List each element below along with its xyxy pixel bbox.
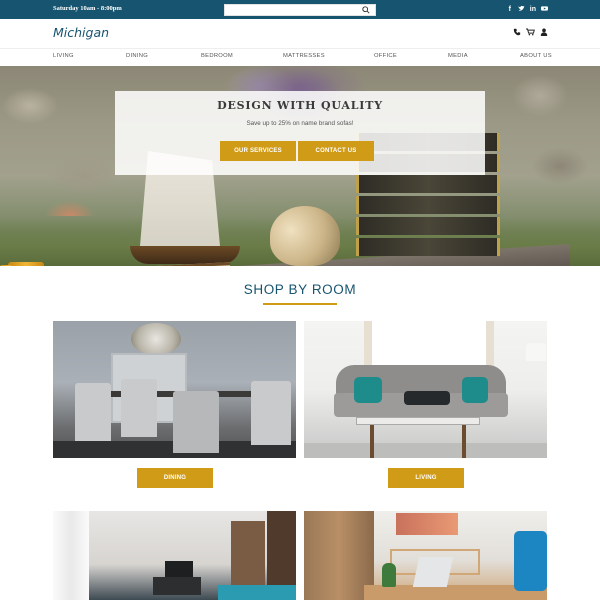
- youtube-icon[interactable]: [541, 5, 548, 15]
- search-box[interactable]: [224, 4, 376, 22]
- store-hours: Saturday 10am - 8:00pm: [53, 5, 122, 12]
- nav-item-media[interactable]: MEDIA: [448, 53, 468, 59]
- hero-subtitle: Save up to 25% on name brand sofas!: [246, 120, 354, 127]
- dining-room-button[interactable]: DINING: [137, 468, 213, 488]
- room-image-bedroom[interactable]: [53, 511, 296, 600]
- hero-title: DESIGN WITH QUALITY: [217, 99, 383, 112]
- nav-item-bedroom[interactable]: BEDROOM: [201, 53, 233, 59]
- site-header: Michigan: [0, 19, 600, 48]
- our-services-button[interactable]: OUR SERVICES: [220, 141, 296, 161]
- user-icon[interactable]: [540, 28, 548, 38]
- contact-us-button[interactable]: CONTACT US: [298, 141, 374, 161]
- hero-horn: [270, 206, 340, 266]
- room-image-living[interactable]: [304, 321, 547, 458]
- nav-item-mattresses[interactable]: MATTRESSES: [283, 53, 325, 59]
- social-links: f in: [507, 5, 548, 15]
- nav-item-living[interactable]: LIVING: [53, 53, 74, 59]
- hero-card: DESIGN WITH QUALITY Save up to 25% on na…: [115, 91, 485, 175]
- phone-icon[interactable]: [513, 28, 521, 38]
- facebook-icon[interactable]: f: [507, 5, 513, 15]
- nav-item-about-us[interactable]: ABOUT US: [520, 53, 552, 59]
- room-image-dining[interactable]: [53, 321, 296, 458]
- cart-icon[interactable]: [526, 28, 535, 38]
- header-icons: [513, 28, 548, 38]
- living-room-button[interactable]: LIVING: [388, 468, 464, 488]
- search-icon[interactable]: [362, 6, 370, 14]
- main-nav: LIVING DINING BEDROOM MATTRESSES OFFICE …: [0, 48, 600, 65]
- hero-candle: [8, 262, 44, 266]
- section-title: SHOP BY ROOM: [243, 282, 357, 297]
- hero-candle-small: [0, 265, 12, 266]
- hero-banner: DESIGN WITH QUALITY Save up to 25% on na…: [0, 66, 600, 266]
- brand-logo[interactable]: Michigan: [53, 25, 109, 40]
- twitter-icon[interactable]: [518, 5, 525, 15]
- nav-item-dining[interactable]: DINING: [126, 53, 148, 59]
- top-bar: Saturday 10am - 8:00pm f in: [0, 0, 600, 22]
- linkedin-icon[interactable]: in: [530, 5, 536, 15]
- section-title-underline: [263, 303, 337, 305]
- hero-ship-hull: [130, 246, 240, 264]
- room-image-office[interactable]: [304, 511, 547, 600]
- nav-item-office[interactable]: OFFICE: [374, 53, 397, 59]
